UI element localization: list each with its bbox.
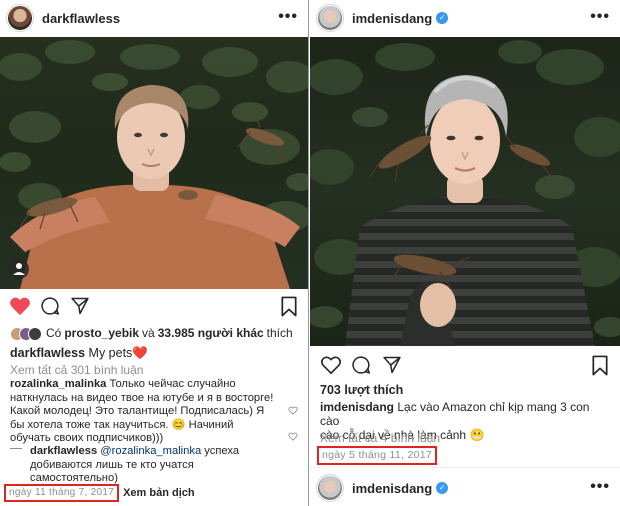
view-all-comments-link[interactable]: Xem tất cả 4 bình luận: [320, 431, 612, 446]
more-options-icon[interactable]: •••: [278, 8, 298, 26]
bookmark-icon[interactable]: [591, 355, 609, 376]
likes-count[interactable]: 703 lượt thích: [320, 383, 612, 398]
liked-by-row: Có prosto_yebik và 33.985 người khác thí…: [10, 326, 300, 341]
reply-mention[interactable]: @rozalinka_malinka: [100, 445, 201, 457]
caption-text: My pets: [88, 346, 133, 360]
avatar[interactable]: [316, 4, 344, 32]
avatar[interactable]: [316, 474, 344, 502]
verified-badge-icon: ✓: [436, 12, 449, 24]
right-post: imdenisdang ✓ ••• 703 lượt thích imdenis…: [310, 0, 620, 506]
comment-text-line-1: Только чейчас случайно: [109, 378, 236, 390]
comment-username[interactable]: rozalinka_malinka: [10, 378, 106, 390]
more-options-icon[interactable]: •••: [590, 8, 610, 26]
caption-username[interactable]: imdenisdang: [320, 400, 394, 414]
post-username[interactable]: darkflawless: [42, 11, 120, 26]
comment-icon[interactable]: [351, 355, 371, 375]
post-photo[interactable]: [310, 37, 620, 346]
post-footer: ngày 11 tháng 7, 2017 Xem bản dịch: [4, 484, 195, 502]
translate-link[interactable]: Xem bản dịch: [123, 487, 195, 499]
reply-item: darkflawless @rozalinka_malinka успеха д…: [30, 445, 286, 486]
liked-by-prefix: Có: [46, 326, 62, 340]
heart-icon[interactable]: [320, 355, 342, 375]
liked-by-user[interactable]: prosto_yebik: [64, 326, 139, 341]
post-actions: [0, 296, 308, 320]
liked-by-action: thích: [266, 326, 293, 340]
liker-avatars: [10, 326, 42, 341]
reply-text-line-3: самостоятельно): [30, 472, 118, 484]
reply-username[interactable]: darkflawless: [30, 445, 97, 457]
post-timestamp[interactable]: ngày 5 tháng 11, 2017: [317, 446, 438, 465]
view-all-comments-link[interactable]: Xem tất cả 301 bình luận: [10, 363, 300, 378]
post-header: darkflawless •••: [0, 0, 308, 36]
left-post: darkflawless ••• Có prosto_yebik và 33.9…: [0, 0, 309, 506]
reply-indent-line: [10, 448, 22, 449]
share-icon[interactable]: [70, 296, 90, 316]
bookmark-icon[interactable]: [280, 296, 298, 317]
verified-badge-icon: ✓: [436, 482, 449, 494]
post-actions: [310, 355, 620, 379]
reply-text-line-2: добиваются лишь те кто учатся: [30, 458, 194, 471]
post-username[interactable]: imdenisdang: [352, 11, 432, 26]
post-timestamp[interactable]: ngày 11 tháng 7, 2017: [4, 484, 120, 502]
comment-icon[interactable]: [40, 296, 60, 316]
more-options-icon[interactable]: •••: [590, 478, 610, 496]
caption-username[interactable]: darkflawless: [10, 346, 85, 360]
comment-item: rozalinka_malinka Только чейчас случайно…: [10, 378, 286, 446]
avatar[interactable]: [6, 4, 34, 32]
liked-by-others[interactable]: 33.985 người khác: [158, 326, 264, 341]
post-header: imdenisdang ✓ •••: [310, 0, 620, 36]
liked-by-and: và: [142, 326, 155, 340]
reply-text-line-1: успеха: [204, 445, 240, 457]
post-footer: ngày 5 tháng 11, 2017: [317, 445, 438, 465]
comment-text-line-5: обучать своих подписчиков))): [10, 432, 164, 444]
post-divider: [310, 467, 620, 468]
post-username[interactable]: imdenisdang: [352, 481, 432, 496]
reply-like-icon[interactable]: [288, 432, 298, 441]
comment-like-icon[interactable]: [288, 406, 298, 415]
comment-text-line-2: наткнулась на видео твое на ютубе и я в …: [10, 391, 274, 404]
share-icon[interactable]: [382, 355, 402, 375]
caption: darkflawless My pets❤️: [10, 346, 300, 361]
caption-emoji: ❤️: [132, 346, 148, 360]
post-photo[interactable]: [0, 37, 308, 289]
next-post-header: imdenisdang ✓ •••: [310, 470, 620, 506]
comment-text-line-4: бы хотела тоже так научиться. 😊 Начиний: [10, 418, 234, 431]
comment-text-line-3: Какой молодец! Это талантище! Подписалас…: [10, 405, 265, 417]
heart-filled-icon[interactable]: [9, 296, 31, 316]
